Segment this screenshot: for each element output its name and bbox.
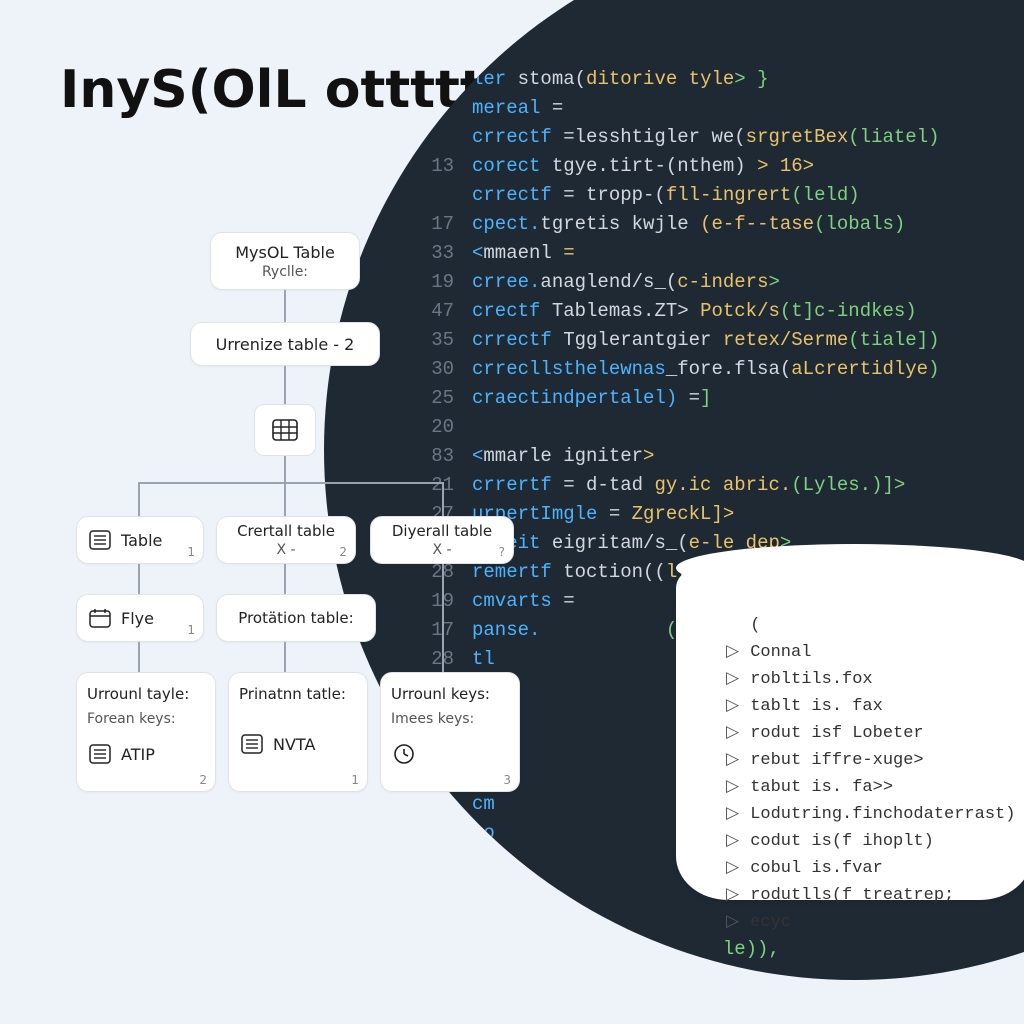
row2-1-label: Flye (121, 609, 154, 628)
database-item-list: (▷ Connal▷ robltils.fox▷ tablt is. fax▷ … (726, 612, 1015, 936)
calendar-icon (87, 605, 113, 631)
clock-icon (391, 741, 417, 767)
level2-label: Urrenize table - 2 (216, 335, 355, 354)
row1-box-3: Diyerall table X - ? (370, 516, 514, 564)
root-line1: MysOL Table (235, 243, 335, 262)
row1-2-sub: X - (276, 542, 295, 558)
row3-3-sub: Imees keys: (391, 711, 474, 727)
row2-2-label: Protätion table: (238, 609, 353, 627)
diagram-level2-box: Urrenize table - 2 (190, 322, 380, 366)
schema-diagram: MysOL Table Ryclle: Urrenize table - 2 T… (90, 232, 540, 932)
list-icon (239, 731, 265, 757)
row3-2-chipnum: 1 (351, 773, 359, 787)
row3-1-sub: Forean keys: (87, 711, 176, 727)
row3-1-label: Urrounl tayle: (87, 685, 189, 703)
row3-1-chipnum: 2 (199, 773, 207, 787)
row3-box-3: Urrounl keys: Imees keys: 3 (380, 672, 520, 792)
list-icon (87, 527, 113, 553)
row1-1-num: 1 (187, 545, 195, 559)
grid-icon (272, 417, 298, 443)
row3-3-chipnum: 3 (503, 773, 511, 787)
row3-2-chip: NVTA (273, 735, 315, 754)
row1-2-label: Crertall table (237, 522, 335, 540)
row3-box-1: Urrounl tayle: Forean keys: ATIP 2 (76, 672, 216, 792)
row2-box-2: Protätion table: (216, 594, 376, 642)
list-icon (87, 741, 113, 767)
diagram-table-icon-box (254, 404, 316, 456)
row1-3-num: ? (499, 545, 505, 559)
row2-box-1: Flye 1 (76, 594, 204, 642)
row3-1-chip: ATIP (121, 745, 155, 764)
row1-1-label: Table (121, 531, 162, 550)
row1-box-1: Table 1 (76, 516, 204, 564)
row1-3-label: Diyerall table (392, 522, 492, 540)
diagram-root-box: MysOL Table Ryclle: (210, 232, 360, 290)
row1-box-2: Crertall table X - 2 (216, 516, 356, 564)
root-line2: Ryclle: (262, 264, 308, 280)
row1-2-num: 2 (339, 545, 347, 559)
row1-3-sub: X - (432, 542, 451, 558)
row2-1-num: 1 (187, 623, 195, 637)
row3-box-2: Prinatnn tatle: NVTA 1 (228, 672, 368, 792)
row3-3-label: Urrounl keys: (391, 685, 490, 703)
row3-2-label: Prinatnn tatle: (239, 685, 346, 703)
database-cylinder: (▷ Connal▷ robltils.fox▷ tablt is. fax▷ … (676, 560, 1024, 900)
